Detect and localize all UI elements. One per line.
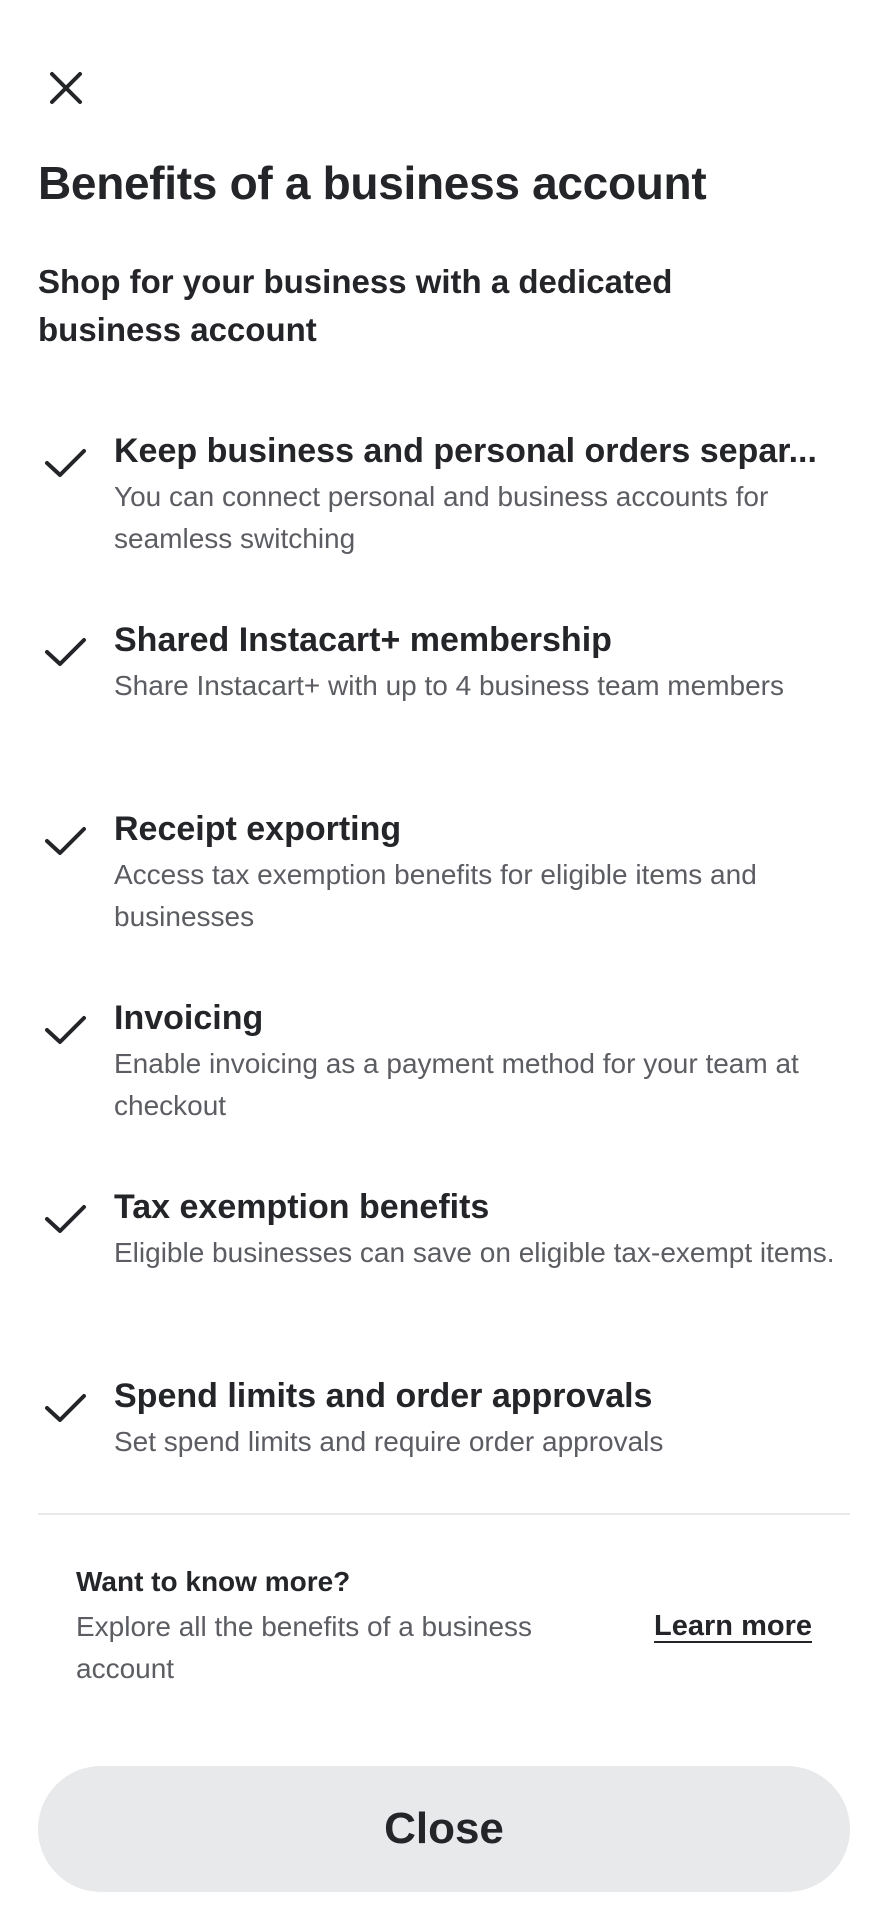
benefit-title: Shared Instacart+ membership [114,621,612,659]
checkmark-icon [42,816,90,864]
benefit-description: Access tax exemption benefits for eligib… [114,859,757,932]
benefit-title: Receipt exporting [114,810,402,848]
benefit-title: Spend limits and order approvals [114,1377,653,1415]
benefit-description: Enable invoicing as a payment method for… [114,1048,799,1121]
benefit-title: Tax exemption benefits [114,1188,490,1226]
close-icon[interactable] [42,64,90,112]
benefit-item: Tax exemption benefits Eligible business… [0,1182,886,1371]
benefit-item: Keep business and personal orders separ.… [0,426,886,615]
benefit-item: Receipt exporting Access tax exemption b… [0,804,886,993]
benefit-item: Spend limits and order approvals Set spe… [0,1371,886,1560]
checkmark-icon [42,1194,90,1242]
benefit-description: Share Instacart+ with up to 4 business t… [114,670,784,701]
benefit-item: Shared Instacart+ membership Share Insta… [0,615,886,804]
benefit-description: You can connect personal and business ac… [114,481,769,554]
benefit-title: Invoicing [114,999,264,1037]
close-button[interactable]: Close [38,1766,850,1892]
benefits-list: Keep business and personal orders separ.… [0,426,886,1560]
more-info-description: Explore all the benefits of a business a… [76,1611,533,1684]
divider [38,1513,850,1515]
benefit-description: Set spend limits and require order appro… [114,1426,664,1457]
checkmark-icon [42,627,90,675]
benefit-item: Invoicing Enable invoicing as a payment … [0,993,886,1182]
checkmark-icon [42,1383,90,1431]
page-subtitle: Shop for your business with a dedicated … [38,263,673,348]
benefit-description: Eligible businesses can save on eligible… [114,1237,835,1268]
learn-more-link[interactable]: Learn more [654,1604,812,1648]
benefit-title: Keep business and personal orders separ.… [114,432,817,470]
more-info-title: Want to know more? [76,1566,351,1597]
checkmark-icon [42,1005,90,1053]
more-info-section: Want to know more? Explore all the benef… [76,1558,636,1690]
checkmark-icon [42,438,90,486]
page-title: Benefits of a business account [38,157,707,209]
